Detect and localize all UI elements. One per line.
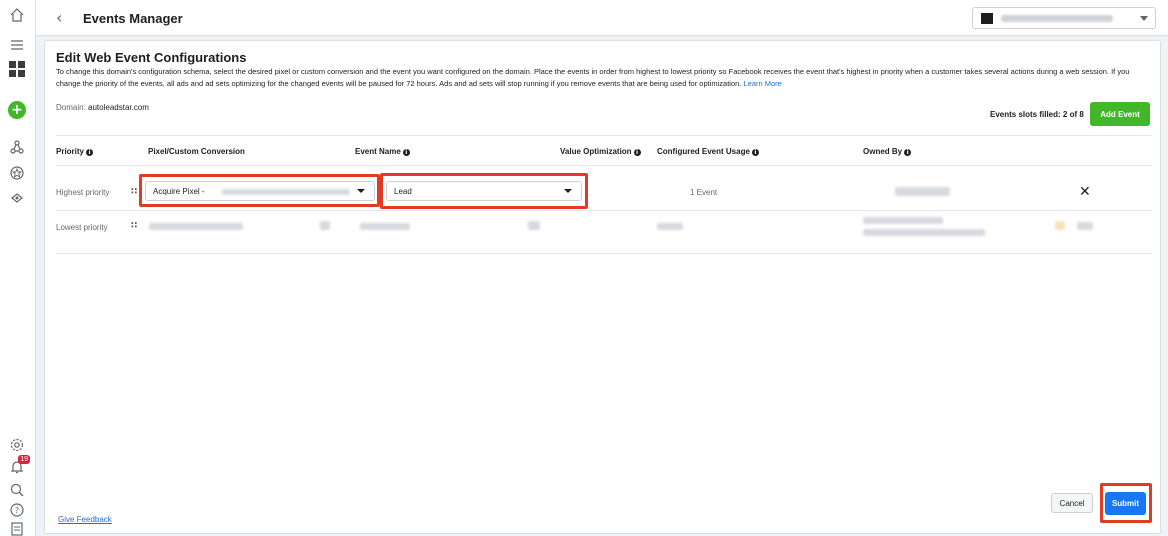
- column-header-event-name: Event Name i: [355, 147, 410, 156]
- page-title: Edit Web Event Configurations: [56, 50, 247, 65]
- account-name-redacted: [1001, 15, 1113, 22]
- column-header-event-usage: Configured Event Usage i: [657, 147, 759, 156]
- add-event-button[interactable]: Add Event: [1090, 102, 1150, 126]
- event-name-select-highlight: [380, 173, 588, 209]
- business-logo-icon[interactable]: [9, 61, 25, 77]
- row-divider: [56, 210, 1151, 211]
- page-header-title: Events Manager: [83, 11, 183, 26]
- info-icon[interactable]: i: [751, 149, 759, 156]
- notification-badge: 19: [18, 455, 30, 464]
- pixel-redacted: [149, 223, 243, 230]
- settings-icon[interactable]: [8, 436, 26, 454]
- description-text: To change this domain's configuration sc…: [56, 67, 1130, 88]
- event-config-card: Edit Web Event Configurations To change …: [44, 40, 1161, 534]
- menu-icon[interactable]: [8, 36, 26, 54]
- learn-more-link[interactable]: Learn More: [744, 79, 782, 88]
- owner-action-redacted: [1077, 222, 1093, 230]
- domain-label: Domain:: [56, 103, 86, 112]
- drag-handle-icon[interactable]: ∷: [131, 187, 137, 197]
- domain-value: autoleadstar.com: [88, 103, 149, 112]
- priority-label: Lowest priority: [56, 223, 108, 232]
- events-manager-app: + 19 ? ‹ Events Manager Edit Web Event C…: [0, 0, 1168, 536]
- event-redacted: [360, 223, 410, 230]
- left-nav-rail: + 19 ?: [0, 0, 36, 536]
- priority-label: Highest priority: [56, 188, 110, 197]
- svg-text:?: ?: [15, 506, 19, 515]
- event-slots-counter: Events slots filled: 2 of 8: [990, 110, 1084, 119]
- info-icon[interactable]: i: [86, 149, 94, 156]
- event-icon-redacted: [528, 221, 540, 230]
- header-divider: [56, 135, 1151, 136]
- cancel-button[interactable]: Cancel: [1051, 493, 1093, 513]
- give-feedback-link[interactable]: Give Feedback: [58, 515, 112, 524]
- owner-redacted: [863, 217, 943, 224]
- owner-icon-redacted: [1055, 221, 1065, 230]
- audience-icon[interactable]: [8, 189, 26, 207]
- column-header-owned-by: Owned By i: [863, 147, 912, 156]
- search-icon[interactable]: [8, 481, 26, 499]
- submit-button-highlight: [1100, 483, 1152, 523]
- usage-redacted: [657, 223, 683, 230]
- ads-manager-icon[interactable]: [8, 164, 26, 182]
- info-icon[interactable]: i: [402, 149, 410, 156]
- info-icon[interactable]: i: [633, 149, 641, 156]
- domain-info: Domain: autoleadstar.com: [56, 103, 149, 112]
- home-icon[interactable]: [8, 6, 26, 24]
- account-selector[interactable]: [972, 7, 1156, 29]
- events-manager-icon[interactable]: [8, 138, 26, 156]
- page-description: To change this domain's configuration sc…: [56, 66, 1154, 90]
- top-bar: ‹ Events Manager: [36, 0, 1168, 36]
- chevron-left-icon[interactable]: ‹: [56, 10, 62, 26]
- event-usage-value: 1 Event: [690, 188, 718, 197]
- close-icon[interactable]: ✕: [1079, 185, 1091, 199]
- business-square-icon: [981, 13, 993, 24]
- drag-handle-icon[interactable]: ∷: [131, 221, 137, 231]
- owner-redacted: [895, 187, 950, 196]
- column-header-divider: [56, 165, 1151, 166]
- column-header-value-optimization: Value Optimization i: [560, 147, 641, 156]
- owner-redacted: [863, 229, 985, 236]
- column-header-priority: Priority i: [56, 147, 94, 156]
- notifications-icon[interactable]: 19: [8, 455, 30, 476]
- pixel-select-highlight: [139, 174, 380, 207]
- reports-icon[interactable]: [8, 520, 26, 536]
- create-plus-icon[interactable]: +: [8, 101, 26, 119]
- column-header-pixel: Pixel/Custom Conversion: [148, 147, 245, 156]
- pixel-icon-redacted: [320, 221, 330, 230]
- help-icon[interactable]: ?: [8, 501, 26, 519]
- caret-down-icon: [1140, 16, 1148, 21]
- info-icon[interactable]: i: [904, 149, 912, 156]
- row-divider: [56, 253, 1151, 254]
